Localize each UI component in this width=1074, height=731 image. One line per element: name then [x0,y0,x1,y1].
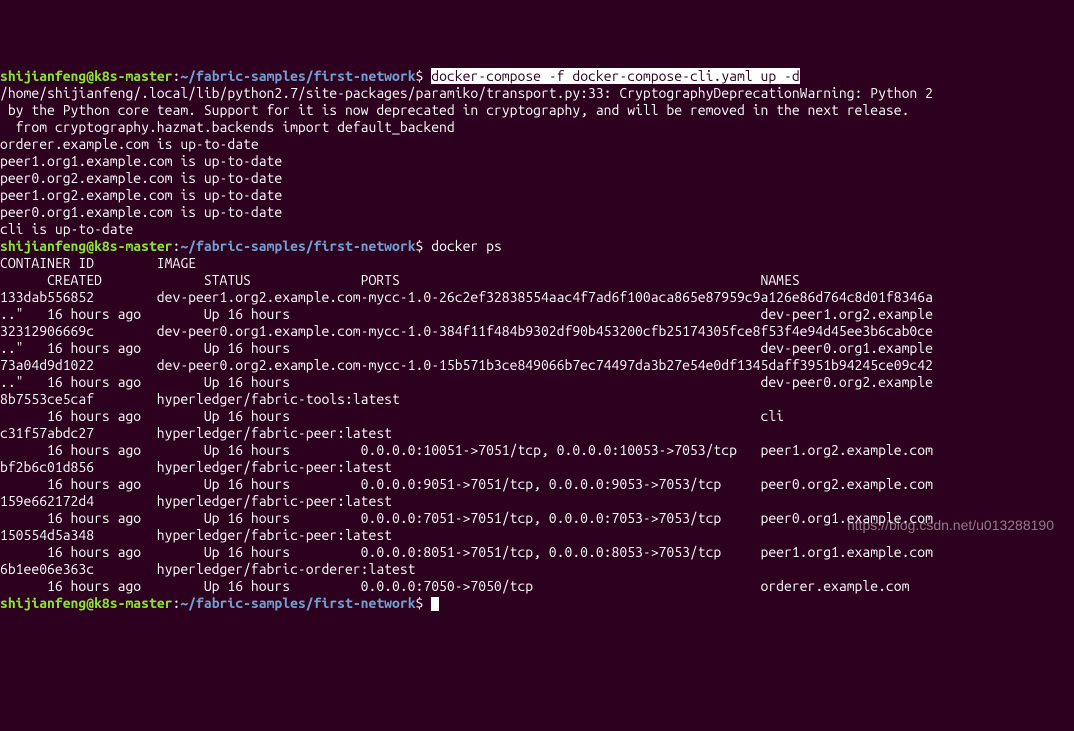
prompt-line-2: shijianfeng@k8s-master:~/fabric-samples/… [0,238,423,254]
command-1-highlight: docker-compose -f docker-compose-cli.yam… [431,68,799,84]
table-row: bf2b6c01d856 hyperledger/fabric-peer:lat… [0,459,925,475]
table-row: .." 16 hours ago Up 16 hours dev-peer0.o… [0,340,933,356]
warning-line-3: from cryptography.hazmat.backends import… [0,119,455,135]
table-row: c31f57abdc27 hyperledger/fabric-peer:lat… [0,425,925,441]
prompt-path: ~/fabric-samples/first-network [180,68,415,84]
prompt-host: k8s-master [94,68,172,84]
table-row: .." 16 hours ago Up 16 hours dev-peer0.o… [0,374,933,390]
ps-header-row: CREATED STATUS PORTS NAMES [0,272,800,288]
terminal[interactable]: shijianfeng@k8s-master:~/fabric-samples/… [0,68,1074,612]
up-to-date-line: peer0.org2.example.com is up-to-date [0,170,282,186]
table-row: 16 hours ago Up 16 hours 0.0.0.0:9051->7… [0,476,933,492]
up-to-date-line: cli is up-to-date [0,221,133,237]
cursor[interactable] [431,597,439,611]
up-to-date-line: peer0.org1.example.com is up-to-date [0,204,282,220]
ps-header-row: CONTAINER ID IMAGE [0,255,1051,271]
prompt-line-3: shijianfeng@k8s-master:~/fabric-samples/… [0,595,423,611]
up-to-date-line: peer1.org1.example.com is up-to-date [0,153,282,169]
table-row: 32312906669c dev-peer0.org1.example.com-… [0,323,933,339]
table-row: 159e662172d4 hyperledger/fabric-peer:lat… [0,493,925,509]
prompt-line-1: shijianfeng@k8s-master:~/fabric-samples/… [0,68,423,84]
up-to-date-line: peer1.org2.example.com is up-to-date [0,187,282,203]
prompt-at: @ [86,68,94,84]
table-row: 16 hours ago Up 16 hours 0.0.0.0:7050->7… [0,578,909,594]
warning-line-2: by the Python core team. Support for it … [0,102,909,118]
table-row: 16 hours ago Up 16 hours 0.0.0.0:7051->7… [0,510,933,526]
up-to-date-line: orderer.example.com is up-to-date [0,136,259,152]
table-row: 16 hours ago Up 16 hours cli [0,408,784,424]
table-row: 150554d5a348 hyperledger/fabric-peer:lat… [0,527,925,543]
table-row: 133dab556852 dev-peer1.org2.example.com-… [0,289,933,305]
table-row: 73a04d9d1022 dev-peer0.org2.example.com-… [0,357,933,373]
warning-line-1: /home/shijianfeng/.local/lib/python2.7/s… [0,85,933,101]
table-row: 6b1ee06e363c hyperledger/fabric-orderer:… [0,561,925,577]
table-row: 8b7553ce5caf hyperledger/fabric-tools:la… [0,391,925,407]
table-row: 16 hours ago Up 16 hours 0.0.0.0:8051->7… [0,544,933,560]
prompt-user: shijianfeng [0,68,86,84]
table-row: .." 16 hours ago Up 16 hours dev-peer1.o… [0,306,933,322]
table-row: 16 hours ago Up 16 hours 0.0.0.0:10051->… [0,442,933,458]
